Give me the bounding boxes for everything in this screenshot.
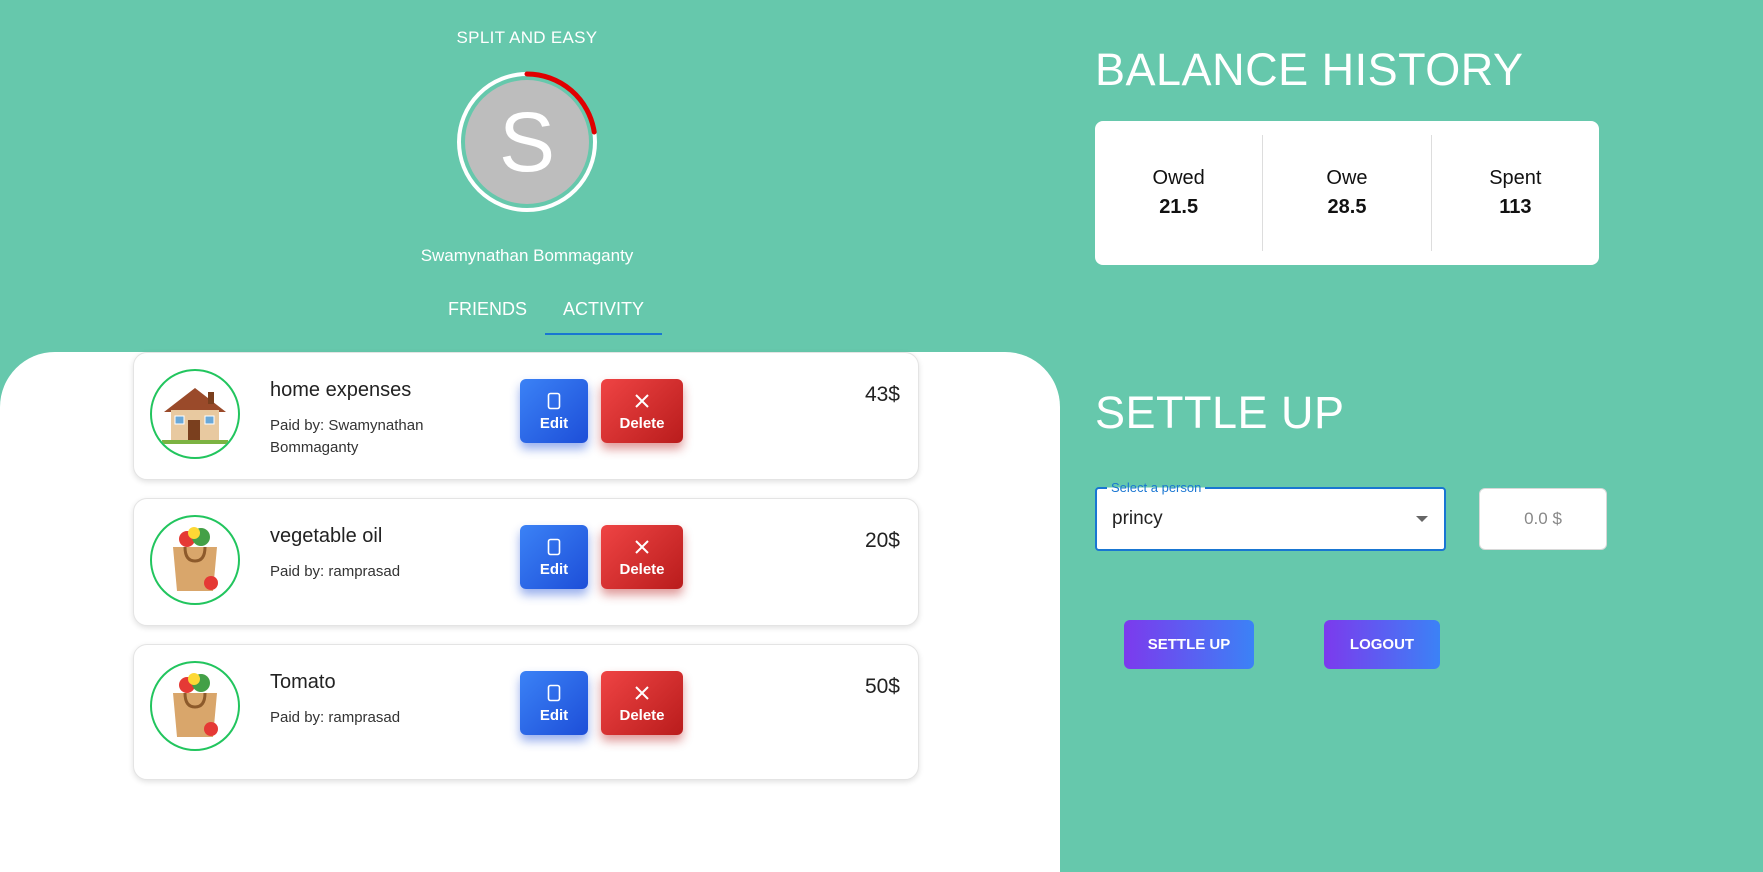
avatar-progress-ring: S — [456, 71, 598, 213]
tab-bar: FRIENDS ACTIVITY — [430, 287, 663, 335]
grocery-bag-icon — [150, 661, 240, 751]
edit-label: Edit — [539, 414, 569, 432]
delete-label: Delete — [619, 414, 665, 432]
edit-button[interactable]: Edit — [520, 671, 588, 735]
settle-up-title: SETTLE UP — [1095, 387, 1345, 438]
activity-amount: 43$ — [864, 383, 900, 406]
edit-button[interactable]: Edit — [520, 379, 588, 443]
close-icon — [634, 683, 650, 703]
activity-amount: 50$ — [864, 675, 900, 698]
close-icon — [634, 537, 650, 557]
person-select[interactable]: Select a person princy — [1095, 480, 1446, 551]
activity-paid-by: Paid by: ramprasad — [270, 563, 401, 580]
amount-input[interactable] — [1479, 488, 1607, 550]
stat-owe-value: 28.5 — [1327, 196, 1367, 218]
tablet-icon — [547, 537, 561, 557]
stat-spent-value: 113 — [1499, 196, 1532, 218]
delete-label: Delete — [619, 560, 665, 578]
house-icon — [150, 369, 240, 459]
activity-card: Tomato Paid by: ramprasad Edit Delete 50… — [133, 644, 919, 780]
delete-button[interactable]: Delete — [601, 671, 683, 735]
tab-friends[interactable]: FRIENDS — [430, 287, 545, 335]
delete-button[interactable]: Delete — [601, 525, 683, 589]
balance-history-title: BALANCE HISTORY — [1095, 44, 1524, 95]
stat-spent: Spent 113 — [1430, 135, 1599, 251]
caret-down-icon[interactable] — [1416, 516, 1428, 522]
activity-title: vegetable oil — [270, 525, 383, 547]
person-select-label: Select a person — [1107, 480, 1206, 495]
user-name: Swamynathan Bommaganty — [420, 246, 634, 265]
balance-card: Owed 21.5 Owe 28.5 Spent 113 — [1095, 121, 1599, 265]
delete-button[interactable]: Delete — [601, 379, 683, 443]
person-select-value: princy — [1112, 508, 1163, 529]
close-icon — [634, 391, 650, 411]
stat-owe: Owe 28.5 — [1262, 135, 1430, 251]
activity-title: Tomato — [270, 671, 336, 693]
activity-amount: 20$ — [864, 529, 900, 552]
tab-activity[interactable]: ACTIVITY — [545, 287, 663, 335]
stat-owed-value: 21.5 — [1159, 196, 1199, 218]
stat-owed-label: Owed — [1152, 167, 1205, 189]
activity-title: home expenses — [270, 379, 412, 401]
stat-owe-label: Owe — [1326, 167, 1368, 189]
edit-label: Edit — [539, 706, 569, 724]
app-title: SPLIT AND EASY — [456, 28, 598, 47]
delete-label: Delete — [619, 706, 665, 724]
activity-paid-by: Paid by: Swamynathan Bommaganty — [270, 417, 424, 456]
grocery-bag-icon — [150, 515, 240, 605]
edit-button[interactable]: Edit — [520, 525, 588, 589]
activity-paid-by: Paid by: ramprasad — [270, 709, 401, 726]
edit-label: Edit — [539, 560, 569, 578]
activity-card: home expenses Paid by: Swamynathan Bomma… — [133, 352, 919, 480]
tablet-icon — [547, 683, 561, 703]
stat-spent-label: Spent — [1489, 167, 1542, 189]
tablet-icon — [547, 391, 561, 411]
activity-card: vegetable oil Paid by: ramprasad Edit De… — [133, 498, 919, 626]
logout-button[interactable]: LOGOUT — [1324, 620, 1440, 669]
settle-up-button[interactable]: SETTLE UP — [1124, 620, 1254, 669]
stat-owed: Owed 21.5 — [1095, 135, 1262, 251]
avatar: S — [465, 80, 589, 204]
